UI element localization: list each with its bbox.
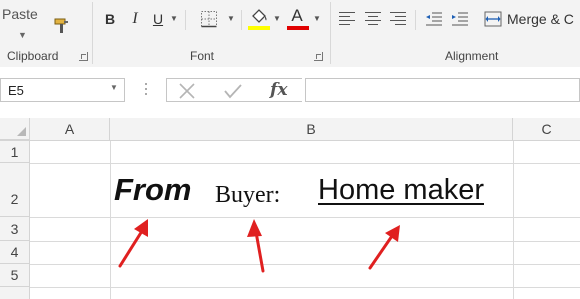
bold-button[interactable]: B: [102, 9, 118, 29]
gridline: [30, 241, 580, 242]
gridline: [110, 141, 111, 299]
name-box[interactable]: E5: [0, 78, 125, 102]
separator: [241, 10, 242, 30]
font-launcher-icon[interactable]: [314, 52, 323, 61]
gridline: [30, 287, 580, 288]
separator: [415, 10, 416, 30]
cancel-icon[interactable]: [178, 83, 196, 99]
borders-dropdown-icon[interactable]: ▼: [227, 9, 235, 29]
row-header-2[interactable]: 2: [0, 163, 30, 217]
enter-icon[interactable]: [223, 83, 243, 99]
group-divider: [92, 2, 93, 64]
column-header-b[interactable]: B: [110, 118, 513, 140]
clipboard-group-label: Clipboard: [7, 49, 59, 63]
column-header-row: A B C: [0, 118, 580, 141]
select-all-button[interactable]: [0, 118, 30, 140]
separator: [185, 10, 186, 30]
fill-color-dropdown-icon[interactable]: ▼: [273, 9, 281, 29]
cell-b2-text-from: From: [114, 172, 192, 207]
gridline: [30, 217, 580, 218]
paste-label: Paste: [2, 6, 38, 22]
underline-button[interactable]: U: [150, 9, 166, 29]
font-color-swatch: [287, 26, 309, 30]
group-divider: [330, 2, 331, 64]
gridline: [30, 163, 580, 164]
italic-button[interactable]: I: [127, 9, 143, 29]
merge-center-button[interactable]: Merge & C: [507, 9, 574, 29]
font-color-dropdown-icon[interactable]: ▼: [313, 9, 321, 29]
decrease-indent-icon[interactable]: [425, 11, 443, 26]
insert-function-button[interactable]: fx: [270, 80, 287, 100]
ribbon: Paste ▼ Clipboard B I U ▼ ▼ ▼ A ▼ Font M…: [0, 0, 580, 68]
alignment-group-label: Alignment: [445, 49, 499, 63]
underline-dropdown-icon[interactable]: ▼: [170, 9, 178, 29]
formula-input[interactable]: [305, 78, 580, 102]
row-header-5[interactable]: 5: [0, 264, 30, 287]
align-left-icon[interactable]: [339, 12, 355, 26]
row-header-3[interactable]: 3: [0, 217, 30, 241]
worksheet-grid[interactable]: [0, 118, 580, 299]
name-box-dropdown-icon[interactable]: ▼: [110, 83, 118, 92]
column-header-a[interactable]: A: [30, 118, 110, 140]
merge-center-icon[interactable]: [484, 11, 502, 27]
paste-button[interactable]: Paste: [0, 0, 46, 34]
gridline: [513, 141, 514, 299]
align-center-icon[interactable]: [365, 12, 381, 26]
fill-color-swatch: [248, 26, 270, 30]
align-right-icon[interactable]: [390, 12, 406, 26]
borders-icon[interactable]: [200, 10, 218, 28]
fill-color-icon[interactable]: [249, 7, 269, 25]
paste-dropdown-icon[interactable]: ▼: [18, 30, 27, 40]
clipboard-launcher-icon[interactable]: [79, 52, 88, 61]
font-color-button[interactable]: A: [288, 6, 306, 26]
cell-b2-text-home-maker: Home maker: [318, 174, 484, 206]
row-header-4[interactable]: 4: [0, 241, 30, 264]
formula-bar-resize-handle[interactable]: [145, 83, 147, 97]
format-painter-icon[interactable]: [53, 17, 71, 35]
row-header-6[interactable]: [0, 287, 30, 299]
cell-b2-text-buyer: Buyer:: [215, 182, 281, 208]
gridline: [30, 264, 580, 265]
column-header-c[interactable]: C: [513, 118, 580, 140]
increase-indent-icon[interactable]: [451, 11, 469, 26]
row-header-1[interactable]: 1: [0, 141, 30, 163]
font-group-label: Font: [190, 49, 215, 63]
name-box-value: E5: [8, 83, 24, 98]
